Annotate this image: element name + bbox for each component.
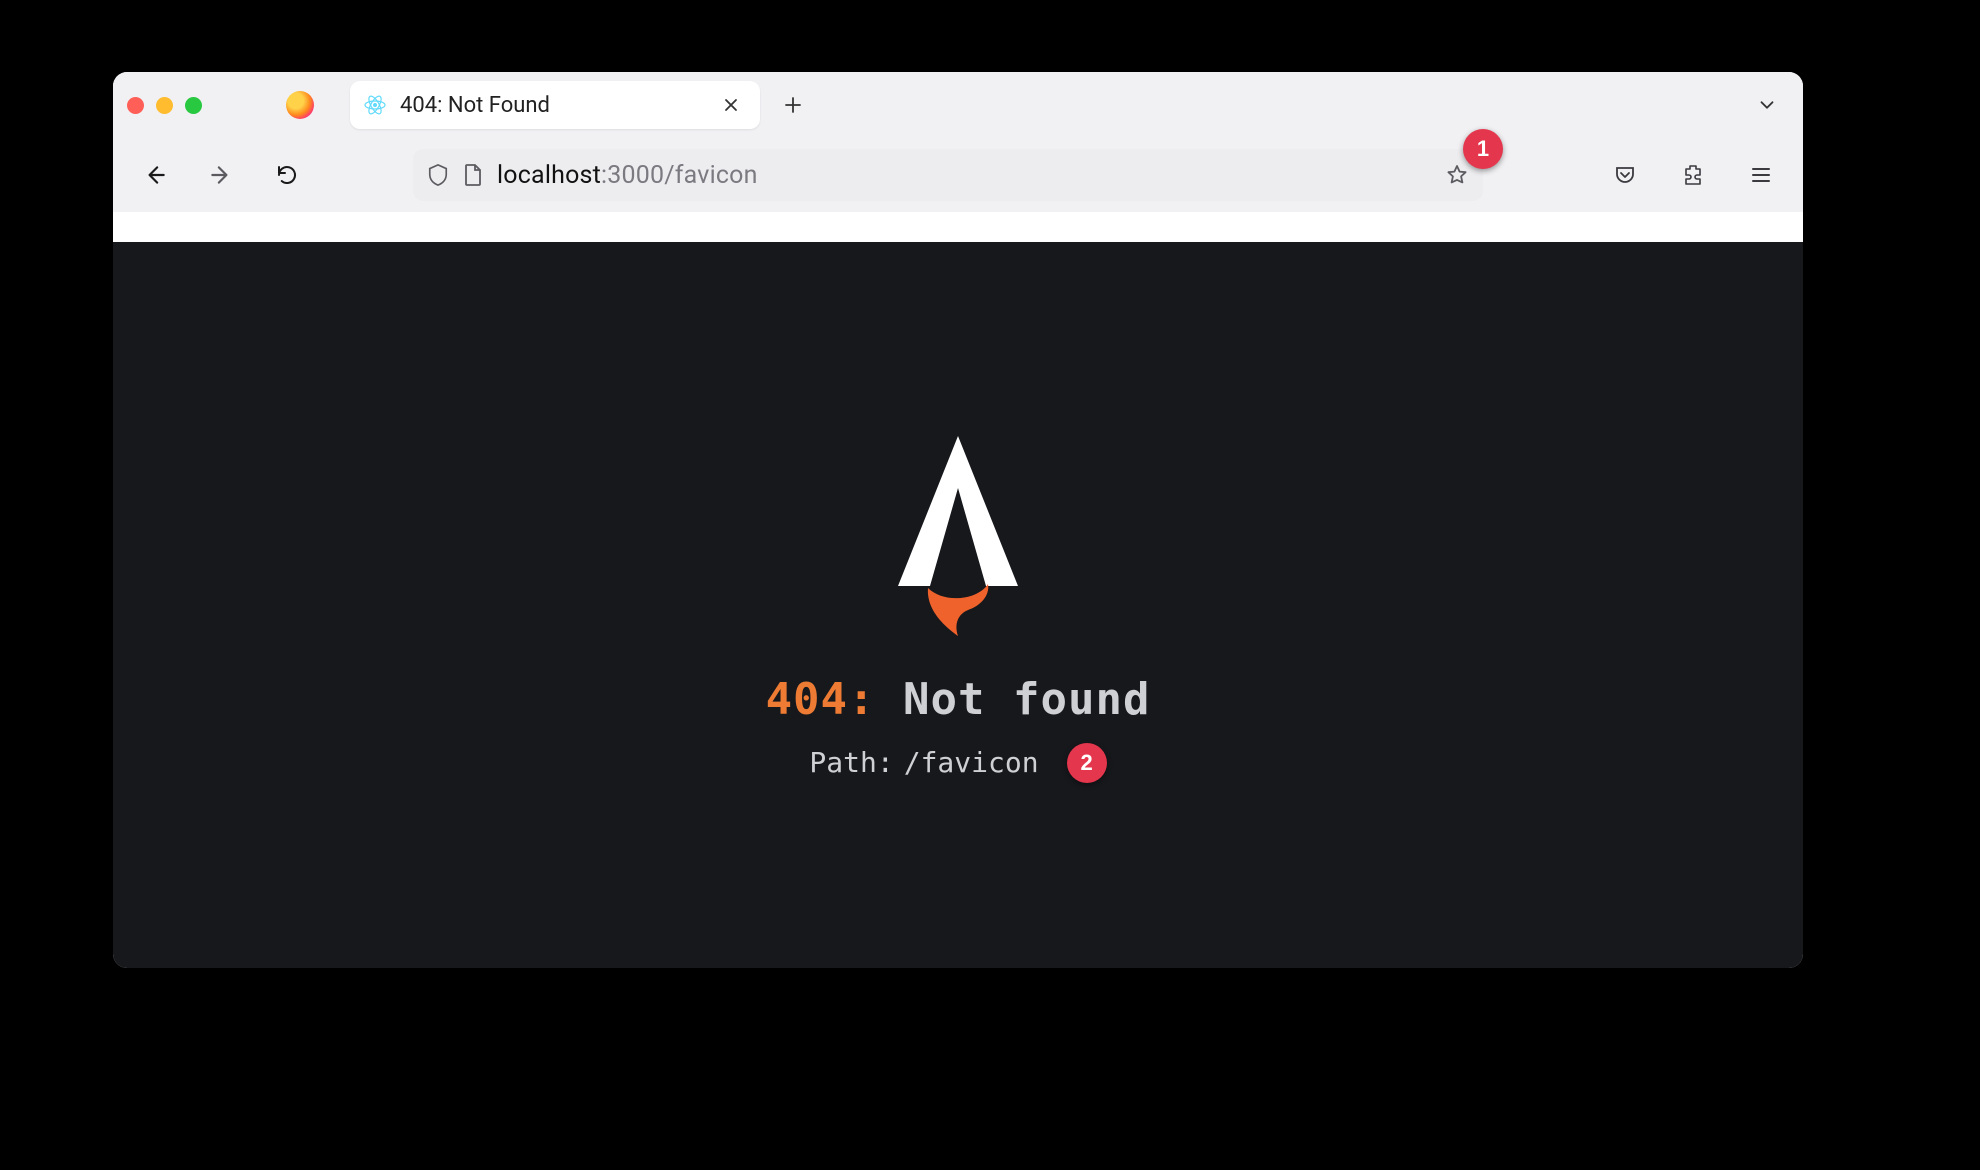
window-controls bbox=[127, 97, 202, 114]
window-minimize-button[interactable] bbox=[156, 97, 173, 114]
address-bar[interactable]: localhost:3000/favicon 1 bbox=[413, 149, 1483, 201]
annotation-badge-2: 2 bbox=[1067, 743, 1107, 783]
forward-button[interactable] bbox=[201, 155, 241, 195]
browser-tab[interactable]: 404: Not Found bbox=[350, 81, 760, 129]
path-label: Path: bbox=[809, 746, 893, 779]
astro-logo-icon bbox=[868, 428, 1048, 638]
bookmark-star-icon[interactable] bbox=[1445, 163, 1469, 187]
close-tab-button[interactable] bbox=[716, 90, 746, 120]
firefox-icon bbox=[286, 91, 314, 119]
react-icon bbox=[364, 94, 386, 116]
tab-bar: 404: Not Found bbox=[113, 72, 1803, 138]
site-info-icon[interactable] bbox=[463, 163, 483, 187]
url-path: :3000/favicon bbox=[601, 161, 758, 190]
error-heading: 404: Not found bbox=[766, 674, 1151, 725]
reload-button[interactable] bbox=[267, 155, 307, 195]
extensions-icon[interactable] bbox=[1673, 155, 1713, 195]
pocket-icon[interactable] bbox=[1605, 155, 1645, 195]
tabs-overflow-button[interactable] bbox=[1745, 83, 1789, 127]
annotation-badge-1: 1 bbox=[1463, 129, 1503, 169]
browser-toolbar: localhost:3000/favicon 1 bbox=[113, 138, 1803, 212]
error-code: 404: bbox=[766, 674, 876, 725]
url-host: localhost bbox=[497, 161, 601, 190]
new-tab-button[interactable] bbox=[774, 86, 812, 124]
toolbar-right-icons bbox=[1605, 155, 1781, 195]
back-button[interactable] bbox=[135, 155, 175, 195]
url-text: localhost:3000/favicon bbox=[497, 161, 1431, 190]
hamburger-menu-icon[interactable] bbox=[1741, 155, 1781, 195]
browser-window: 404: Not Found bbox=[113, 72, 1803, 968]
window-close-button[interactable] bbox=[127, 97, 144, 114]
path-value: /favicon bbox=[904, 746, 1039, 779]
page-content: 404: Not found Path: /favicon 2 bbox=[113, 242, 1803, 968]
tracking-shield-icon[interactable] bbox=[427, 163, 449, 187]
page-top-strip bbox=[113, 212, 1803, 242]
error-message: Not found bbox=[876, 674, 1151, 725]
error-path-line: Path: /favicon 2 bbox=[809, 743, 1106, 783]
tab-title: 404: Not Found bbox=[400, 93, 702, 118]
window-zoom-button[interactable] bbox=[185, 97, 202, 114]
